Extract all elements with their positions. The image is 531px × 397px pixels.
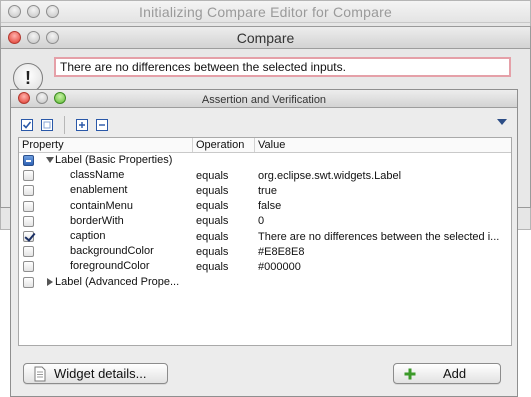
table-row[interactable]: backgroundColor equals #E8E8E8 [19, 244, 511, 259]
assertion-title: Assertion and Verification [201, 94, 327, 106]
row-checkbox[interactable] [23, 170, 34, 182]
compare-title: Compare [236, 30, 295, 46]
table-row[interactable]: enablement equals true [19, 183, 511, 198]
row-checkbox[interactable] [23, 231, 34, 243]
compare-titlebar: Compare [1, 27, 530, 49]
zoom-window-button[interactable] [46, 5, 59, 18]
close-window-button[interactable] [8, 5, 21, 18]
operation-cell: equals [196, 230, 229, 243]
value-cell: #000000 [258, 260, 301, 273]
expand-toggle-icon[interactable] [46, 157, 54, 164]
document-icon [33, 366, 47, 387]
table-row[interactable]: Label (Advanced Prope... [19, 275, 511, 290]
property-name: enablement [70, 184, 128, 197]
property-name: className [70, 169, 125, 182]
table-row[interactable]: caption equals There are no differences … [19, 229, 511, 244]
operation-cell: equals [196, 200, 229, 213]
widget-details-label: Widget details... [54, 366, 147, 381]
row-checkbox[interactable] [23, 276, 34, 288]
compare-message[interactable]: There are no differences between the sel… [54, 57, 511, 77]
close-window-button[interactable] [18, 92, 30, 104]
uncheck-all-icon[interactable] [39, 117, 55, 133]
add-label: Add [443, 366, 467, 381]
table-row[interactable]: containMenu equals false [19, 199, 511, 214]
value-cell: 0 [258, 215, 265, 228]
value-cell: true [258, 184, 277, 197]
property-name: Label (Advanced Prope... [55, 275, 180, 288]
value-cell: #E8E8E8 [258, 245, 305, 258]
close-window-button[interactable] [8, 31, 21, 44]
property-name: Label (Basic Properties) [55, 154, 173, 167]
operation-cell: equals [196, 215, 229, 228]
table-row[interactable]: className equals org.eclipse.swt.widgets… [19, 168, 511, 183]
widget-details-button[interactable]: Widget details... [23, 363, 168, 384]
value-cell: false [258, 200, 282, 213]
property-name: foregroundColor [70, 260, 150, 273]
minimize-window-button[interactable] [27, 5, 40, 18]
zoom-window-button[interactable] [54, 92, 66, 104]
assertion-titlebar: Assertion and Verification [11, 90, 517, 108]
assertion-toolbar [19, 116, 110, 134]
window-controls [18, 92, 66, 104]
minimize-window-button[interactable] [36, 92, 48, 104]
properties-table: Property Operation Value Label (Basic Pr… [18, 137, 512, 346]
zoom-window-button[interactable] [46, 31, 59, 44]
table-row[interactable]: Label (Basic Properties) [19, 153, 511, 168]
operation-cell: equals [196, 245, 229, 258]
property-name: caption [70, 230, 106, 243]
toolbar-separator [64, 116, 65, 134]
operation-cell: equals [196, 169, 229, 182]
view-menu-chevron-down-icon[interactable] [497, 119, 507, 125]
table-header: Property Operation Value [19, 138, 511, 153]
initializing-title: Initializing Compare Editor for Compare [139, 4, 392, 20]
row-checkbox[interactable] [23, 261, 34, 273]
property-name: borderWith [70, 214, 124, 227]
row-checkbox[interactable] [23, 246, 34, 258]
operation-cell: equals [196, 260, 229, 273]
row-checkbox[interactable] [23, 185, 34, 197]
operation-cell: equals [196, 184, 229, 197]
assertion-window: Assertion and Verification Property Oper… [10, 89, 518, 397]
initializing-titlebar: Initializing Compare Editor for Compare [1, 1, 530, 23]
collapse-all-icon[interactable] [94, 117, 110, 133]
window-controls [8, 31, 59, 44]
row-checkbox[interactable] [23, 215, 34, 227]
column-header-property[interactable]: Property [19, 138, 193, 152]
value-cell: org.eclipse.swt.widgets.Label [258, 169, 402, 182]
column-header-operation[interactable]: Operation [193, 138, 255, 152]
window-controls [8, 5, 59, 18]
add-button[interactable]: Add [393, 363, 501, 384]
minimize-window-button[interactable] [27, 31, 40, 44]
check-all-icon[interactable] [19, 117, 35, 133]
expand-all-icon[interactable] [74, 117, 90, 133]
table-row[interactable]: borderWith equals 0 [19, 214, 511, 229]
value-cell: There are no differences between the sel… [258, 230, 500, 243]
row-checkbox[interactable] [23, 155, 34, 167]
column-header-value[interactable]: Value [255, 138, 511, 152]
plus-icon [403, 367, 417, 386]
property-name: containMenu [70, 199, 133, 212]
expand-toggle-icon[interactable] [47, 277, 53, 286]
row-checkbox[interactable] [23, 200, 34, 212]
property-name: backgroundColor [70, 245, 154, 258]
table-row[interactable]: foregroundColor equals #000000 [19, 259, 511, 274]
